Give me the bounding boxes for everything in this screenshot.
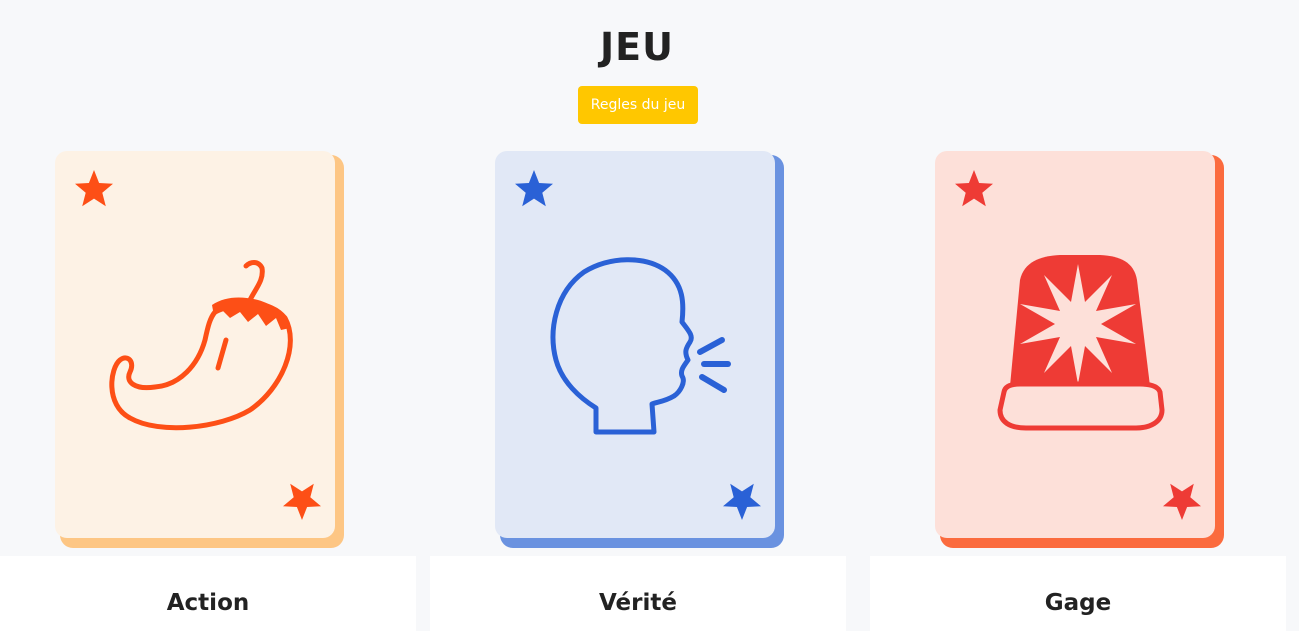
- card-verite-illustration[interactable]: [494, 150, 786, 550]
- card-gage-illustration[interactable]: [934, 150, 1226, 550]
- card-label: Gage: [1044, 590, 1112, 616]
- card-label-box: Action: [0, 556, 416, 631]
- card-gage[interactable]: Gage: [870, 150, 1286, 631]
- card-label: Vérité: [599, 590, 677, 616]
- card-action[interactable]: Action: [0, 150, 416, 631]
- card-label-box: Vérité: [430, 556, 846, 631]
- page-title: JEU: [600, 25, 674, 69]
- card-label-box: Gage: [870, 556, 1286, 631]
- card-label: Action: [166, 590, 250, 616]
- card-action-illustration[interactable]: [54, 150, 346, 550]
- card-verite[interactable]: Vérité: [430, 150, 846, 631]
- card-face: [495, 151, 775, 538]
- rules-button[interactable]: Regles du jeu: [578, 86, 698, 124]
- card-face: [55, 151, 335, 538]
